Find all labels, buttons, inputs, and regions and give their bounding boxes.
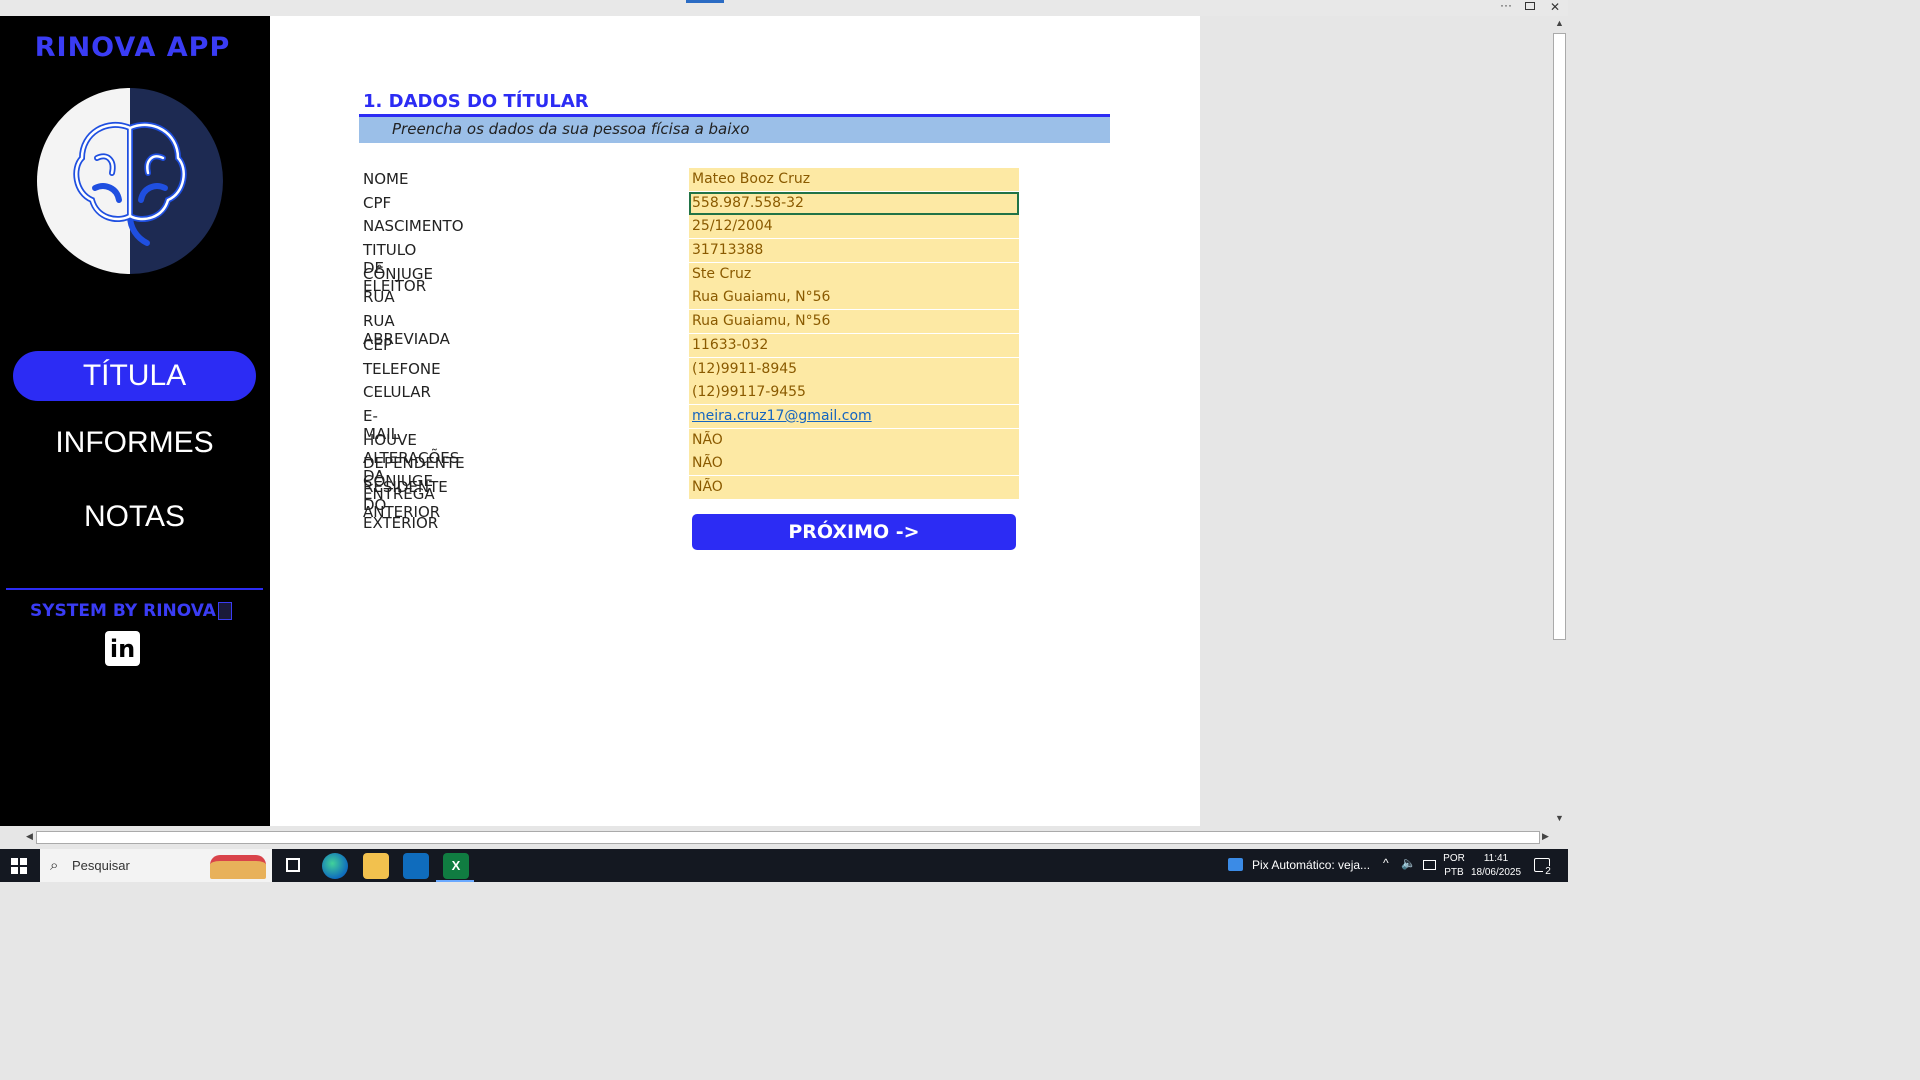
- linkedin-icon[interactable]: in: [105, 631, 140, 666]
- task-view-icon[interactable]: [286, 858, 300, 872]
- clock-time[interactable]: 11:41: [1472, 853, 1520, 864]
- conjuge-field[interactable]: Ste Cruz: [689, 262, 1019, 286]
- section-subtitle: Preencha os dados da sua pessoa fícisa a…: [392, 120, 750, 138]
- field-label: CEP: [363, 335, 392, 354]
- titulo-eleitor-field[interactable]: 31713388: [689, 239, 1019, 263]
- active-tab-indicator: [686, 0, 724, 3]
- menu-item-notas[interactable]: NOTAS: [13, 492, 256, 542]
- network-icon[interactable]: [1423, 860, 1436, 870]
- window-top-strip: ··· ✕: [0, 0, 1568, 16]
- app-title: RINOVA APP: [34, 32, 231, 63]
- scroll-left-icon[interactable]: ◀: [26, 831, 33, 842]
- field-label: CELULAR: [363, 383, 431, 402]
- language-top[interactable]: POR: [1442, 853, 1466, 864]
- file-explorer-icon[interactable]: [363, 853, 389, 879]
- cake-promo-icon: [210, 855, 266, 879]
- rua-abreviada-field[interactable]: Rua Guaiamu, N°56: [689, 310, 1019, 334]
- outlook-icon[interactable]: [403, 853, 429, 879]
- dependente-conjuge-field[interactable]: NÃO: [689, 452, 1019, 476]
- field-label: NOME: [363, 170, 409, 188]
- restore-window-icon[interactable]: [1525, 2, 1535, 10]
- excel-icon[interactable]: X: [443, 853, 469, 879]
- residente-exterior-field[interactable]: NÃO: [689, 475, 1019, 499]
- search-placeholder: Pesquisar: [72, 858, 130, 873]
- language-bottom[interactable]: PTB: [1442, 867, 1466, 878]
- cpf-field[interactable]: 558.987.558-32: [689, 191, 1019, 215]
- sidebar: RINOVA APP TÍTULA INFORMES NOTAS SYSTEM …: [0, 16, 270, 826]
- scroll-up-icon[interactable]: ▲: [1555, 18, 1564, 28]
- taskbar-notification[interactable]: Pix Automático: veja...: [1252, 858, 1370, 872]
- active-app-underline: [436, 880, 474, 882]
- email-link[interactable]: meira.cruz17@gmail.com: [692, 408, 872, 424]
- field-label: CPF: [363, 193, 392, 212]
- menu-item-informes[interactable]: INFORMES: [13, 418, 256, 468]
- nascimento-field[interactable]: 25/12/2004: [689, 215, 1019, 239]
- taskbar-search-input[interactable]: ⌕ Pesquisar: [40, 849, 272, 882]
- notification-app-icon[interactable]: [1228, 858, 1243, 871]
- nome-field[interactable]: Mateo Booz Cruz: [689, 168, 1019, 191]
- search-icon: ⌕: [50, 857, 59, 874]
- chevron-up-icon[interactable]: ^: [1383, 856, 1389, 870]
- credit-box-icon: [217, 602, 232, 620]
- celular-field[interactable]: (12)99117-9455: [689, 381, 1019, 405]
- volume-icon[interactable]: 🔈: [1401, 856, 1416, 870]
- sheet-gray-area: [1200, 16, 1550, 826]
- field-label: TELEFONE: [363, 359, 441, 378]
- vertical-scrollbar[interactable]: ▲ ▼: [1550, 16, 1568, 826]
- alteracoes-field[interactable]: NÃO: [689, 428, 1019, 452]
- next-button[interactable]: PRÓXIMO ->: [692, 514, 1016, 550]
- menu-item-titula[interactable]: TÍTULA: [13, 351, 256, 401]
- email-field[interactable]: meira.cruz17@gmail.com: [689, 404, 1019, 428]
- field-label: RUA: [363, 288, 395, 307]
- taskbar: ⌕ Pesquisar X Pix Automático: veja... ^ …: [0, 849, 1568, 882]
- section-title: 1. DADOS DO TÍTULAR: [363, 91, 589, 112]
- horizontal-scrollbar[interactable]: ◀ ▶: [0, 828, 1568, 846]
- windows-start-icon[interactable]: [11, 858, 27, 874]
- field-label: CÔNJUGE: [363, 264, 434, 283]
- field-label: RESIDENTE DO EXTERIOR: [363, 477, 448, 532]
- edge-browser-icon[interactable]: [322, 853, 348, 879]
- clock-date[interactable]: 18/06/2025: [1468, 867, 1524, 878]
- cep-field[interactable]: 11633-032: [689, 333, 1019, 357]
- footer-credit: SYSTEM BY RINOVA: [30, 601, 232, 621]
- brain-logo-icon: [37, 88, 223, 274]
- scroll-down-icon[interactable]: ▼: [1555, 813, 1564, 823]
- notification-count: 2: [1543, 866, 1553, 877]
- close-window-icon[interactable]: ✕: [1550, 0, 1560, 14]
- rua-field[interactable]: Rua Guaiamu, N°56: [689, 286, 1019, 310]
- vertical-scroll-thumb[interactable]: [1553, 33, 1566, 640]
- scroll-right-icon[interactable]: ▶: [1542, 831, 1549, 842]
- sidebar-divider: [6, 588, 263, 590]
- horizontal-scroll-thumb[interactable]: [36, 831, 1540, 844]
- footer-credit-text: SYSTEM BY RINOVA: [30, 601, 216, 621]
- telefone-field[interactable]: (12)9911-8945: [689, 357, 1019, 381]
- more-options-icon[interactable]: ···: [1500, 0, 1512, 12]
- field-label: NASCIMENTO: [363, 217, 464, 236]
